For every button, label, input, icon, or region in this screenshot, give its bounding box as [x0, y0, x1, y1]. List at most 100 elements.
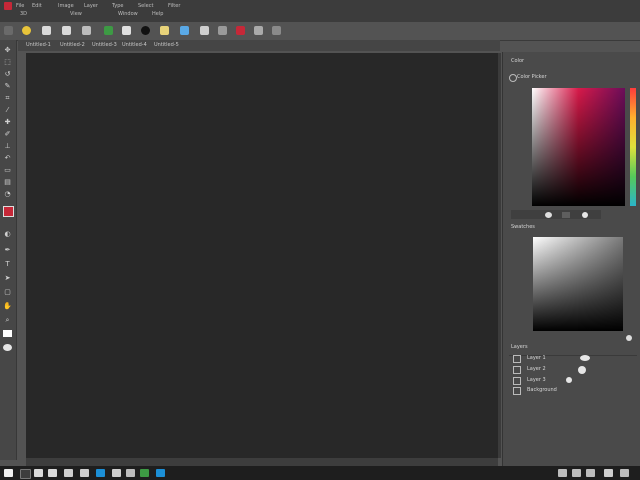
document-tabs: Untitled-1 Untitled-2 Untitled-3 Untitle…: [18, 40, 500, 51]
export-icon[interactable]: [82, 26, 91, 35]
clone-stamp-icon[interactable]: ⊥: [3, 142, 12, 150]
files-icon[interactable]: [126, 469, 135, 477]
save-icon[interactable]: [62, 26, 71, 35]
tray-network-icon[interactable]: [558, 469, 567, 477]
layer-3-visibility-icon[interactable]: [513, 377, 521, 385]
canvas-vertical-scrollbar[interactable]: [498, 53, 501, 458]
tray-volume-icon[interactable]: [572, 469, 581, 477]
right-panels: Color Color Picker Swatches Layers Layer…: [502, 52, 640, 466]
brush-icon[interactable]: ✐: [3, 130, 12, 138]
tab-doc-1[interactable]: Untitled-1: [26, 42, 51, 48]
layer-3-thumb: [566, 377, 572, 383]
color-icon[interactable]: [180, 26, 189, 35]
document-canvas[interactable]: [26, 53, 498, 458]
history-brush-icon[interactable]: ↶: [3, 154, 12, 162]
layer-1-thumb: [580, 355, 590, 361]
color-ramp-icon[interactable]: [562, 212, 570, 218]
type-icon[interactable]: T: [3, 260, 12, 268]
lasso-icon[interactable]: ↺: [3, 70, 12, 78]
tab-doc-2[interactable]: Untitled-2: [60, 42, 85, 48]
tray-battery-icon[interactable]: [586, 469, 595, 477]
eyedropper-icon[interactable]: ⁄: [3, 106, 12, 114]
menu-type[interactable]: Type: [112, 3, 123, 9]
start-icon[interactable]: [4, 469, 13, 477]
color-dropper-icon[interactable]: [545, 212, 552, 218]
layer-1-name[interactable]: Layer 1: [527, 355, 546, 361]
menu-file[interactable]: File: [16, 3, 24, 9]
gradient-icon[interactable]: ▤: [3, 178, 12, 186]
tray-notification-icon[interactable]: [604, 469, 613, 477]
tab-doc-3[interactable]: Untitled-3: [92, 42, 117, 48]
healing-icon[interactable]: ✚: [3, 118, 12, 126]
menu-view[interactable]: View: [70, 11, 82, 17]
settings-taskbar-icon[interactable]: [112, 469, 121, 477]
tray-action-center-icon[interactable]: [620, 469, 629, 477]
mail-icon[interactable]: [80, 469, 89, 477]
marquee-icon[interactable]: ⬚: [3, 58, 12, 66]
eraser-icon[interactable]: ▭: [3, 166, 12, 174]
store-icon[interactable]: [64, 469, 73, 477]
screen-mode-icon[interactable]: [3, 344, 12, 351]
swap-icon[interactable]: [200, 26, 209, 35]
mask-icon[interactable]: [141, 26, 150, 35]
layers-panel-title[interactable]: Layers: [511, 344, 528, 350]
layer-1-visibility-icon[interactable]: [513, 355, 521, 363]
menu-filter[interactable]: Filter: [168, 3, 180, 9]
color-panel-subtitle: Color Picker: [517, 74, 547, 80]
menu-layer[interactable]: Layer: [84, 3, 98, 9]
color-panel-title[interactable]: Color: [511, 58, 524, 64]
layer-bg-visibility-icon[interactable]: [513, 387, 521, 395]
swatches-menu-icon[interactable]: [626, 335, 632, 341]
layer-2-name[interactable]: Layer 2: [527, 366, 546, 372]
shape-icon[interactable]: ▢: [3, 288, 12, 296]
canvas-horizontal-scrollbar[interactable]: [26, 458, 498, 466]
quick-mask-icon[interactable]: [3, 330, 12, 337]
layer-2-visibility-icon[interactable]: [513, 366, 521, 374]
task-view-icon[interactable]: [34, 469, 43, 477]
blur-icon[interactable]: ◔: [3, 190, 12, 198]
app-logo-icon[interactable]: [4, 2, 12, 10]
pen-icon[interactable]: ✒: [3, 246, 12, 254]
layer-icon[interactable]: [122, 26, 131, 35]
settings-icon[interactable]: [272, 26, 281, 35]
menu-edit[interactable]: Edit: [32, 3, 42, 9]
menu-help[interactable]: Help: [152, 11, 163, 17]
path-select-icon[interactable]: ➤: [3, 274, 12, 282]
color-picker-field[interactable]: [532, 88, 625, 206]
tab-doc-5[interactable]: Untitled-5: [154, 42, 179, 48]
swatches-gradient-field[interactable]: [533, 237, 623, 331]
trash-icon[interactable]: [218, 26, 227, 35]
tool-preset-icon[interactable]: [4, 26, 13, 35]
menu-window[interactable]: Window: [118, 11, 138, 17]
menu-3d[interactable]: 3D: [20, 11, 27, 17]
zoom-icon[interactable]: ⌕: [3, 316, 12, 324]
color-mode-icon[interactable]: [509, 74, 517, 82]
tab-doc-4[interactable]: Untitled-4: [122, 42, 147, 48]
layer-bg-name[interactable]: Background: [527, 387, 557, 393]
app-green-icon[interactable]: [140, 469, 149, 477]
browser-icon[interactable]: [96, 469, 105, 477]
menu-select[interactable]: Select: [138, 3, 153, 9]
foreground-color-swatch-box[interactable]: [3, 206, 14, 217]
new-icon[interactable]: [22, 26, 31, 35]
folder-icon[interactable]: [104, 26, 113, 35]
move-icon[interactable]: ✥: [3, 46, 12, 54]
layer-3-name[interactable]: Layer 3: [527, 377, 546, 383]
tools-panel: ✥ ⬚ ↺ ✎ ⌗ ⁄ ✚ ✐ ⊥ ↶ ▭ ▤ ◔ ◐ ✒ T ➤ ▢ ✋ ⌕: [0, 40, 17, 460]
redo-icon[interactable]: [254, 26, 263, 35]
adjust-icon[interactable]: [160, 26, 169, 35]
menu-image[interactable]: Image: [58, 3, 74, 9]
hand-icon[interactable]: ✋: [3, 302, 12, 310]
dodge-icon[interactable]: ◐: [3, 230, 12, 238]
explorer-icon[interactable]: [48, 469, 57, 477]
photoshop-taskbar-icon[interactable]: [156, 469, 165, 477]
open-icon[interactable]: [42, 26, 51, 35]
color-swap-icon[interactable]: [582, 212, 588, 218]
crop-icon[interactable]: ⌗: [3, 94, 12, 102]
quick-select-icon[interactable]: ✎: [3, 82, 12, 90]
options-bar: [0, 22, 640, 41]
undo-icon[interactable]: [236, 26, 245, 35]
search-icon[interactable]: [20, 469, 31, 479]
swatches-panel-title[interactable]: Swatches: [511, 224, 535, 230]
hue-slider[interactable]: [630, 88, 636, 206]
